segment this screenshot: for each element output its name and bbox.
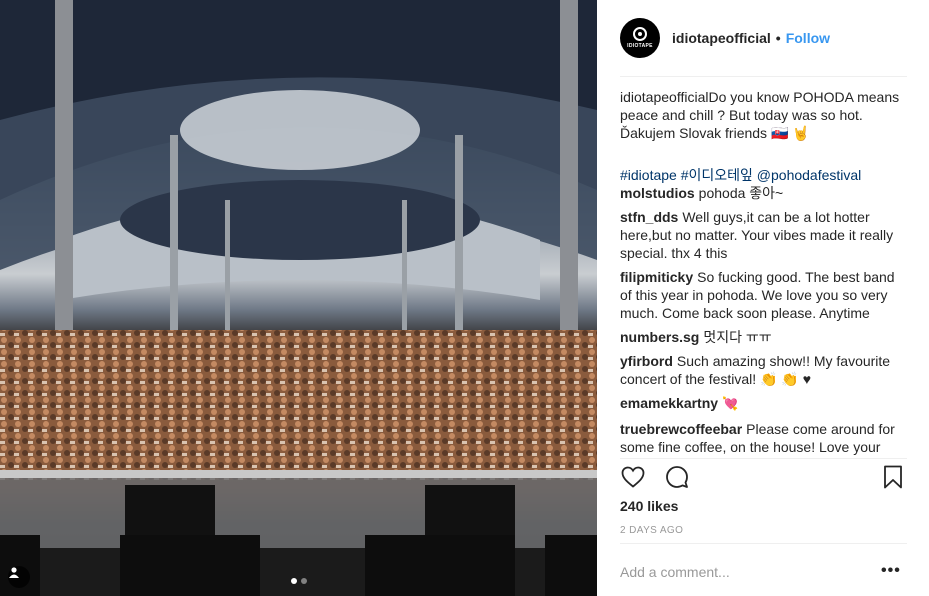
caption-hashtags[interactable]: #idiotape #이디오테잎 @pohodafestival xyxy=(620,166,910,184)
caption: idiotapeofficialDo you know POHODA means… xyxy=(620,88,910,142)
avatar[interactable]: IDIOTAPE xyxy=(620,18,660,58)
follow-button[interactable]: Follow xyxy=(786,30,830,46)
comment-item: filipmiticky So fucking good. The best ba… xyxy=(620,268,910,322)
divider xyxy=(620,543,907,544)
comment-item: stfn_dds Well guys,it can be a lot hotter… xyxy=(620,208,910,262)
comment-username[interactable]: emamekkartny xyxy=(620,395,718,411)
carousel-dot[interactable] xyxy=(300,578,307,584)
comment-item: yfirbord Such amazing show!! My favourite… xyxy=(620,352,910,388)
action-bar xyxy=(620,461,910,493)
carousel-indicator xyxy=(0,578,597,584)
comment-icon[interactable] xyxy=(664,463,690,491)
comment-item: emamekkartny 💘 xyxy=(620,394,910,414)
post-timestamp[interactable]: 2 DAYS AGO xyxy=(620,525,683,536)
comment-username[interactable]: numbers.sg xyxy=(620,329,699,345)
heart-icon[interactable] xyxy=(620,463,646,491)
bookmark-icon[interactable] xyxy=(880,463,906,491)
post-header: IDIOTAPE idiotapeofficial • Follow xyxy=(620,17,907,59)
comment-text: 멋지다 ㅠㅠ xyxy=(703,329,772,345)
avatar-logo-text: IDIOTAPE xyxy=(627,43,653,49)
comment-text: pohoda 좋아~ xyxy=(698,185,784,201)
comment-username[interactable]: filipmiticky xyxy=(620,269,693,285)
post-details-panel: IDIOTAPE idiotapeofficial • Follow idiot… xyxy=(597,0,929,596)
concert-crowd-image xyxy=(0,0,597,596)
comment-username[interactable]: truebrewcoffeebar xyxy=(620,421,742,437)
likes-count[interactable]: 240 likes xyxy=(620,498,678,514)
header-separator: • xyxy=(775,30,781,46)
more-options-icon[interactable]: ••• xyxy=(881,562,901,580)
divider xyxy=(620,76,907,77)
caption-username[interactable]: idiotapeofficial xyxy=(620,89,708,105)
comment-item: molstudios pohoda 좋아~ xyxy=(620,184,910,202)
comment-username[interactable]: stfn_dds xyxy=(620,209,678,225)
comment-item: truebrewcoffeebar Please come around for … xyxy=(620,420,910,456)
post-photo[interactable] xyxy=(0,0,597,596)
header-username[interactable]: idiotapeofficial xyxy=(672,30,771,46)
idiotape-logo-icon xyxy=(633,27,647,41)
comment-username[interactable]: yfirbord xyxy=(620,353,673,369)
divider xyxy=(620,458,907,459)
comment-username[interactable]: molstudios xyxy=(620,185,695,201)
user-tag-icon[interactable] xyxy=(8,566,30,588)
comment-text: 💘 xyxy=(722,397,739,412)
comment-item: numbers.sg 멋지다 ㅠㅠ xyxy=(620,328,910,346)
comments-list[interactable]: idiotapeofficialDo you know POHODA means… xyxy=(620,88,910,456)
carousel-dot-active[interactable] xyxy=(290,578,297,584)
add-comment-input[interactable] xyxy=(620,560,870,584)
